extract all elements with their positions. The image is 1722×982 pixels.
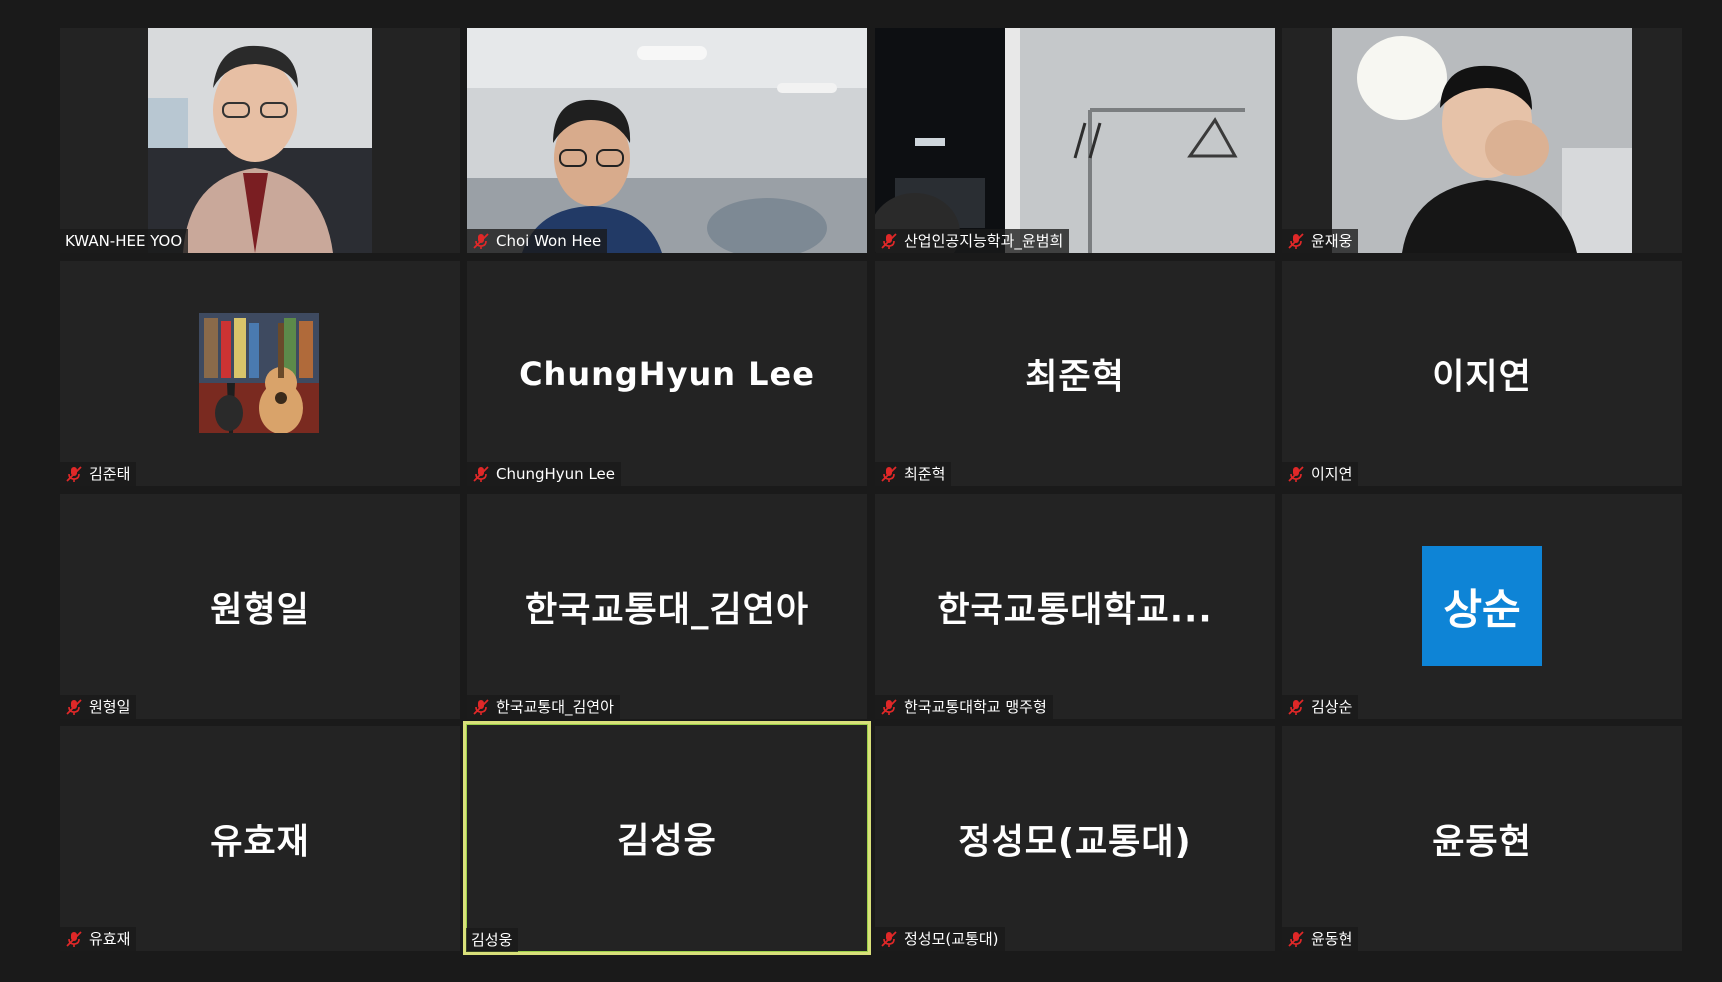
participant-name: Choi Won Hee bbox=[496, 232, 602, 250]
microphone-muted-icon bbox=[1287, 698, 1305, 716]
microphone-muted-icon bbox=[1287, 465, 1305, 483]
participant-tile-5[interactable]: ChungHyun Lee ChungHyun Lee bbox=[467, 261, 867, 486]
participant-tile-3[interactable]: 윤재웅 bbox=[1282, 28, 1682, 253]
participant-name-label: 윤동현 bbox=[1282, 927, 1359, 951]
participant-tile-7[interactable]: 이지연 이지연 bbox=[1282, 261, 1682, 486]
microphone-muted-icon bbox=[1287, 930, 1305, 948]
participant-video bbox=[148, 28, 372, 253]
participant-display-name: 김성웅 bbox=[617, 821, 717, 862]
participant-display-name: 한국교통대학교... bbox=[937, 590, 1213, 630]
gallery-view: KWAN-HEE YOO Choi Won Hee 산업인공지능학과_윤범희 윤… bbox=[0, 0, 1722, 982]
participant-name: 윤재웅 bbox=[1311, 232, 1353, 250]
participant-name-label: ChungHyun Lee bbox=[467, 462, 622, 486]
participant-name-label: Choi Won Hee bbox=[467, 229, 608, 253]
participant-video bbox=[467, 28, 867, 253]
participant-tile-2[interactable]: 산업인공지능학과_윤범희 bbox=[875, 28, 1275, 253]
participant-display-name: ChungHyun Lee bbox=[519, 354, 815, 393]
participant-name-label: 이지연 bbox=[1282, 462, 1359, 486]
participant-name: ChungHyun Lee bbox=[496, 465, 616, 483]
participant-tile-0[interactable]: KWAN-HEE YOO bbox=[60, 28, 460, 253]
participant-name: 유효재 bbox=[89, 930, 131, 948]
participant-name: 김상순 bbox=[1311, 698, 1353, 716]
participant-name: 김성웅 bbox=[471, 931, 513, 949]
participant-name-label: 김준태 bbox=[60, 462, 137, 486]
participant-name: 산업인공지능학과_윤범희 bbox=[904, 232, 1064, 250]
participant-tile-1[interactable]: Choi Won Hee bbox=[467, 28, 867, 253]
participant-name: 한국교통대학교 맹주형 bbox=[904, 698, 1047, 716]
participant-name-label: KWAN-HEE YOO bbox=[60, 229, 189, 253]
participant-name: 한국교통대_김연아 bbox=[496, 698, 614, 716]
avatar-guitar-photo bbox=[199, 313, 319, 433]
participant-tile-8[interactable]: 원형일 원형일 bbox=[60, 494, 460, 719]
participant-display-name: 최준혁 bbox=[1025, 357, 1125, 397]
participant-name-label: 김상순 bbox=[1282, 695, 1359, 719]
participant-name-label: 원형일 bbox=[60, 695, 137, 719]
microphone-muted-icon bbox=[65, 465, 83, 483]
microphone-muted-icon bbox=[880, 698, 898, 716]
microphone-muted-icon bbox=[472, 698, 490, 716]
microphone-muted-icon bbox=[880, 232, 898, 250]
participant-display-name: 이지연 bbox=[1432, 357, 1532, 397]
participant-tile-4[interactable]: 김준태 bbox=[60, 261, 460, 486]
participant-video bbox=[875, 28, 1275, 253]
microphone-muted-icon bbox=[1287, 232, 1305, 250]
participant-display-name: 윤동현 bbox=[1432, 822, 1532, 862]
participant-tile-13-active-speaker[interactable]: 김성웅 김성웅 bbox=[463, 721, 871, 955]
microphone-muted-icon bbox=[472, 465, 490, 483]
participant-video bbox=[1332, 28, 1632, 253]
participant-tile-9[interactable]: 한국교통대_김연아 한국교통대_김연아 bbox=[467, 494, 867, 719]
participant-name: KWAN-HEE YOO bbox=[65, 232, 183, 250]
avatar-initials: 상순 bbox=[1422, 546, 1542, 666]
participant-name: 최준혁 bbox=[904, 465, 946, 483]
participant-display-name: 원형일 bbox=[210, 590, 310, 630]
participant-name: 정성모(교통대) bbox=[904, 930, 999, 948]
participant-name: 윤동현 bbox=[1311, 930, 1353, 948]
participant-tile-15[interactable]: 윤동현 윤동현 bbox=[1282, 726, 1682, 951]
microphone-muted-icon bbox=[880, 930, 898, 948]
participant-display-name: 유효재 bbox=[210, 822, 310, 862]
participant-name: 원형일 bbox=[89, 698, 131, 716]
microphone-muted-icon bbox=[472, 232, 490, 250]
participant-tile-14[interactable]: 정성모(교통대) 정성모(교통대) bbox=[875, 726, 1275, 951]
participant-tile-10[interactable]: 한국교통대학교... 한국교통대학교 맹주형 bbox=[875, 494, 1275, 719]
microphone-muted-icon bbox=[65, 698, 83, 716]
participant-display-name: 정성모(교통대) bbox=[958, 822, 1192, 862]
participant-name-label: 정성모(교통대) bbox=[875, 927, 1005, 951]
participant-name-label: 김성웅 bbox=[466, 928, 519, 952]
participant-name-label: 한국교통대학교 맹주형 bbox=[875, 695, 1053, 719]
participant-name-label: 산업인공지능학과_윤범희 bbox=[875, 229, 1070, 253]
participant-tile-6[interactable]: 최준혁 최준혁 bbox=[875, 261, 1275, 486]
participant-tile-12[interactable]: 유효재 유효재 bbox=[60, 726, 460, 951]
participant-name: 이지연 bbox=[1311, 465, 1353, 483]
participant-name-label: 최준혁 bbox=[875, 462, 952, 486]
participant-name-label: 한국교통대_김연아 bbox=[467, 695, 620, 719]
participant-name-label: 유효재 bbox=[60, 927, 137, 951]
participant-tile-11[interactable]: 상순 김상순 bbox=[1282, 494, 1682, 719]
microphone-muted-icon bbox=[880, 465, 898, 483]
participant-display-name: 한국교통대_김연아 bbox=[524, 590, 810, 630]
participant-name-label: 윤재웅 bbox=[1282, 229, 1359, 253]
microphone-muted-icon bbox=[65, 930, 83, 948]
participant-name: 김준태 bbox=[89, 465, 131, 483]
